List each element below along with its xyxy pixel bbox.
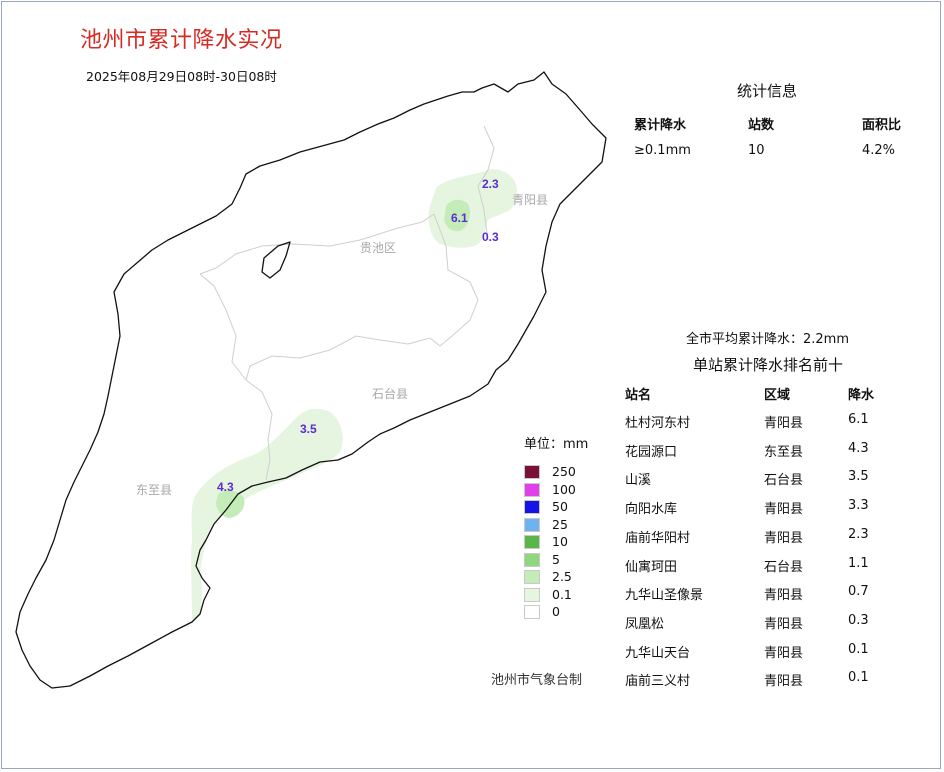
legend-swatch (524, 570, 540, 584)
ranking-station-name: 庙前华阳村 (625, 530, 691, 546)
legend-swatch (524, 535, 540, 549)
station-value-label: 4.3 (217, 480, 234, 494)
credit: 池州市气象台制 (491, 673, 583, 688)
ranking-region: 青阳县 (764, 588, 804, 604)
ranking-precip: 3.3 (848, 498, 869, 514)
ranking-precip: 3.5 (848, 469, 869, 485)
legend-label: 100 (552, 481, 576, 497)
ranking-region: 青阳县 (764, 530, 804, 546)
ranking-station-name: 向阳水库 (625, 502, 678, 518)
legend-title: 单位：mm (524, 437, 589, 452)
ranking-station-name: 九华山天台 (625, 645, 691, 661)
legend-label: 0 (552, 604, 560, 619)
ranking-precip: 2.3 (848, 526, 869, 542)
legend-label: 2.5 (552, 569, 572, 584)
district-label-guichi: 贵池区 (360, 241, 396, 255)
rain-area-south (191, 408, 343, 620)
ranking-station-name: 花园源口 (625, 444, 678, 460)
ranking-precip: 0.7 (848, 584, 869, 600)
district-label-dongzhi: 东至县 (136, 483, 172, 497)
city-average: 全市平均累计降水：2.2mm (686, 332, 850, 347)
legend-swatch (524, 500, 540, 514)
legend-label: 10 (552, 534, 568, 549)
rain-shading (191, 169, 518, 620)
stats-header-amount: 累计降水 (634, 118, 687, 133)
ranking-title: 单站累计降水排名前十 (693, 356, 844, 374)
district-label-shitai: 石台县 (372, 386, 408, 401)
ranking-station-name: 杜村河东村 (625, 416, 691, 431)
ranking-station-name: 庙前三义村 (625, 674, 691, 690)
ranking-precip: 4.3 (848, 440, 869, 456)
ranking-region: 青阳县 (764, 645, 804, 661)
ranking-precip: 0.1 (848, 641, 869, 657)
stats-header-area: 面积比 (862, 118, 902, 133)
ranking-station-name: 凤凰松 (625, 616, 665, 632)
legend-swatch (524, 465, 540, 479)
ranking-region: 石台县 (764, 473, 804, 489)
ranking-precip: 0.3 (848, 612, 869, 628)
ranking-region: 青阳县 (764, 502, 804, 518)
ranking-region: 青阳县 (764, 616, 804, 632)
ranking-header-station: 站名 (625, 388, 652, 403)
ranking-precip: 0.1 (848, 670, 869, 686)
stats-value-stations: 10 (748, 143, 765, 158)
legend-label: 25 (552, 516, 568, 532)
stats-header-stations: 站数 (748, 118, 775, 133)
ranking-header-precip: 降水 (848, 388, 875, 403)
ranking-region: 东至县 (764, 444, 804, 460)
ranking-header-region: 区域 (764, 388, 791, 403)
city-outline (15, 71, 607, 689)
legend-label: 250 (552, 464, 576, 479)
ranking-station-name: 九华山圣像景 (625, 588, 704, 604)
ranking-station-name: 山溪 (625, 473, 652, 489)
ranking-precip: 1.1 (848, 555, 869, 571)
stats-value-amount: ≥0.1mm (634, 143, 691, 158)
station-value-label: 0.3 (482, 230, 499, 244)
stats-value-area: 4.2% (862, 143, 896, 158)
legend-swatch (524, 517, 540, 532)
station-value-label: 6.1 (451, 211, 468, 225)
ranking-precip: 6.1 (848, 412, 869, 427)
station-value-label: 3.5 (300, 422, 317, 436)
legend-label: 50 (552, 499, 568, 514)
ranking-station-name: 仙寓珂田 (625, 559, 678, 575)
stats-title: 统计信息 (737, 82, 798, 100)
legend-swatch (524, 552, 540, 567)
ranking-region: 青阳县 (764, 416, 804, 431)
legend-label: 5 (552, 551, 560, 567)
ranking-region: 石台县 (764, 559, 804, 575)
legend-swatch (524, 587, 540, 602)
legend-label: 0.1 (552, 586, 572, 602)
legend-swatch (524, 482, 540, 497)
legend-swatch (524, 605, 540, 619)
station-value-label: 2.3 (482, 177, 499, 191)
ranking-region: 青阳县 (764, 674, 804, 690)
district-label-qingyang: 青阳县 (512, 193, 548, 207)
